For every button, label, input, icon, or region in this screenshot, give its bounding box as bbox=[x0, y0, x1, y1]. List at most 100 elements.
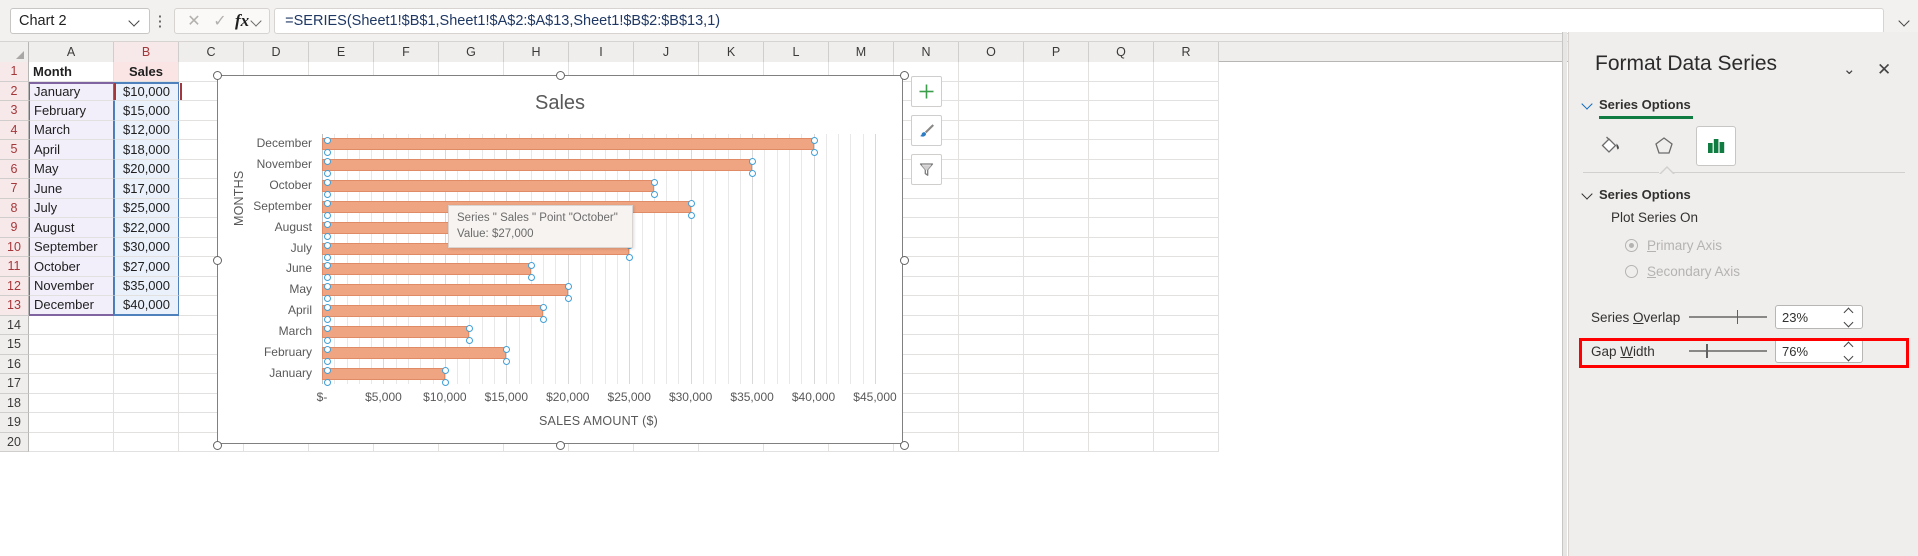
series-selection-handle[interactable] bbox=[441, 366, 449, 374]
cell-R9[interactable] bbox=[1154, 218, 1219, 238]
chart-elements-button[interactable] bbox=[911, 76, 942, 107]
cell-R2[interactable] bbox=[1154, 81, 1219, 101]
cell-O18[interactable] bbox=[959, 393, 1024, 413]
row-header-18[interactable]: 18 bbox=[0, 393, 29, 413]
plot-area[interactable]: $- $5,000 $10,000 $15,000 $20,000 $25,000 $30,… bbox=[317, 134, 897, 404]
column-header-C[interactable]: C bbox=[179, 42, 244, 62]
cell-R3[interactable] bbox=[1154, 101, 1219, 121]
cell-R5[interactable] bbox=[1154, 140, 1219, 160]
cell-P9[interactable] bbox=[1024, 218, 1089, 238]
column-header-R[interactable]: R bbox=[1154, 42, 1219, 62]
cell-R13[interactable] bbox=[1154, 296, 1219, 316]
cell-P13[interactable] bbox=[1024, 296, 1089, 316]
column-header-F[interactable]: F bbox=[374, 42, 439, 62]
cell-A20[interactable] bbox=[29, 432, 114, 452]
insert-function-icon[interactable]: fx bbox=[233, 11, 251, 31]
cell-Q14[interactable] bbox=[1089, 315, 1154, 335]
cell-A5[interactable]: April bbox=[29, 140, 114, 160]
slider-value-input[interactable]: 76% bbox=[1775, 339, 1863, 363]
cell-B13[interactable]: $40,000 bbox=[114, 296, 179, 316]
cell-Q12[interactable] bbox=[1089, 276, 1154, 296]
cell-B17[interactable] bbox=[114, 374, 179, 394]
bar-may[interactable] bbox=[322, 284, 568, 297]
column-header-K[interactable]: K bbox=[699, 42, 764, 62]
series-selection-handle[interactable] bbox=[810, 137, 818, 145]
cell-O2[interactable] bbox=[959, 81, 1024, 101]
cell-R18[interactable] bbox=[1154, 393, 1219, 413]
cell-Q11[interactable] bbox=[1089, 257, 1154, 277]
column-header-O[interactable]: O bbox=[959, 42, 1024, 62]
bar-march[interactable] bbox=[322, 325, 470, 338]
series-selection-handle[interactable] bbox=[324, 170, 331, 178]
series-selection-handle[interactable] bbox=[810, 149, 818, 157]
chevron-down-icon[interactable] bbox=[129, 15, 141, 27]
cell-A2[interactable]: January bbox=[29, 81, 114, 101]
cell-P4[interactable] bbox=[1024, 120, 1089, 140]
cell-O9[interactable] bbox=[959, 218, 1024, 238]
resize-handle-s[interactable] bbox=[556, 441, 565, 450]
cell-O16[interactable] bbox=[959, 354, 1024, 374]
cell-Q19[interactable] bbox=[1089, 413, 1154, 433]
column-header-B[interactable]: B bbox=[114, 42, 179, 62]
cell-R11[interactable] bbox=[1154, 257, 1219, 277]
formula-input[interactable]: =SERIES(Sheet1!$B$1,Sheet1!$A$2:$A$13,Sh… bbox=[274, 7, 1884, 34]
series-selection-handle[interactable] bbox=[441, 378, 449, 386]
chevron-down-icon[interactable] bbox=[1583, 100, 1593, 110]
cell-N10[interactable] bbox=[894, 237, 959, 257]
cell-O8[interactable] bbox=[959, 198, 1024, 218]
chart-filters-button[interactable] bbox=[911, 154, 942, 185]
series-selection-handle[interactable] bbox=[324, 199, 331, 207]
resize-handle-ne[interactable] bbox=[900, 71, 909, 80]
radio-secondary-axis[interactable]: Secondary Axis bbox=[1625, 264, 1740, 279]
cell-O14[interactable] bbox=[959, 315, 1024, 335]
axis-title-y[interactable]: MONTHS bbox=[232, 171, 246, 226]
series-selection-handle[interactable] bbox=[324, 324, 331, 332]
row-header-10[interactable]: 10 bbox=[0, 237, 29, 257]
cell-R7[interactable] bbox=[1154, 179, 1219, 199]
cell-B16[interactable] bbox=[114, 354, 179, 374]
row-header-14[interactable]: 14 bbox=[0, 315, 29, 335]
spinner-arrows[interactable] bbox=[1842, 306, 1856, 328]
series-selection-handle[interactable] bbox=[324, 211, 331, 219]
cell-B19[interactable] bbox=[114, 413, 179, 433]
cell-O5[interactable] bbox=[959, 140, 1024, 160]
column-header-D[interactable]: D bbox=[244, 42, 309, 62]
resize-handle-nw[interactable] bbox=[213, 71, 222, 80]
cell-Q10[interactable] bbox=[1089, 237, 1154, 257]
column-header-H[interactable]: H bbox=[504, 42, 569, 62]
cell-O7[interactable] bbox=[959, 179, 1024, 199]
cancel-formula-button[interactable]: ✕ bbox=[181, 9, 207, 33]
cell-A12[interactable]: November bbox=[29, 276, 114, 296]
bar-february[interactable] bbox=[322, 346, 507, 359]
cell-A17[interactable] bbox=[29, 374, 114, 394]
row-header-1[interactable]: 1 bbox=[0, 62, 29, 82]
series-selection-handle[interactable] bbox=[564, 295, 572, 303]
cell-Q2[interactable] bbox=[1089, 81, 1154, 101]
cell-R17[interactable] bbox=[1154, 374, 1219, 394]
slider-thumb[interactable] bbox=[1706, 344, 1708, 358]
cell-N8[interactable] bbox=[894, 198, 959, 218]
series-selection-handle[interactable] bbox=[540, 304, 548, 312]
row-header-13[interactable]: 13 bbox=[0, 296, 29, 316]
cell-A3[interactable]: February bbox=[29, 101, 114, 121]
series-selection-handle[interactable] bbox=[324, 191, 331, 199]
cell-P20[interactable] bbox=[1024, 432, 1089, 452]
cell-B4[interactable]: $12,000 bbox=[114, 120, 179, 140]
column-header-E[interactable]: E bbox=[309, 42, 374, 62]
series-selection-handle[interactable] bbox=[324, 316, 331, 324]
cell-P11[interactable] bbox=[1024, 257, 1089, 277]
cell-P5[interactable] bbox=[1024, 140, 1089, 160]
column-header-A[interactable]: A bbox=[29, 42, 114, 62]
cell-R8[interactable] bbox=[1154, 198, 1219, 218]
series-selection-handle[interactable] bbox=[650, 191, 658, 199]
cell-R15[interactable] bbox=[1154, 335, 1219, 355]
series-selection-handle[interactable] bbox=[503, 357, 511, 365]
cell-Q7[interactable] bbox=[1089, 179, 1154, 199]
series-selection-handle[interactable] bbox=[324, 336, 331, 344]
spinner-arrows[interactable] bbox=[1842, 340, 1856, 362]
cell-A10[interactable]: September bbox=[29, 237, 114, 257]
formula-chevron-icon[interactable] bbox=[251, 15, 263, 27]
cell-A18[interactable] bbox=[29, 393, 114, 413]
row-header-11[interactable]: 11 bbox=[0, 257, 29, 277]
series-selection-handle[interactable] bbox=[324, 345, 331, 353]
